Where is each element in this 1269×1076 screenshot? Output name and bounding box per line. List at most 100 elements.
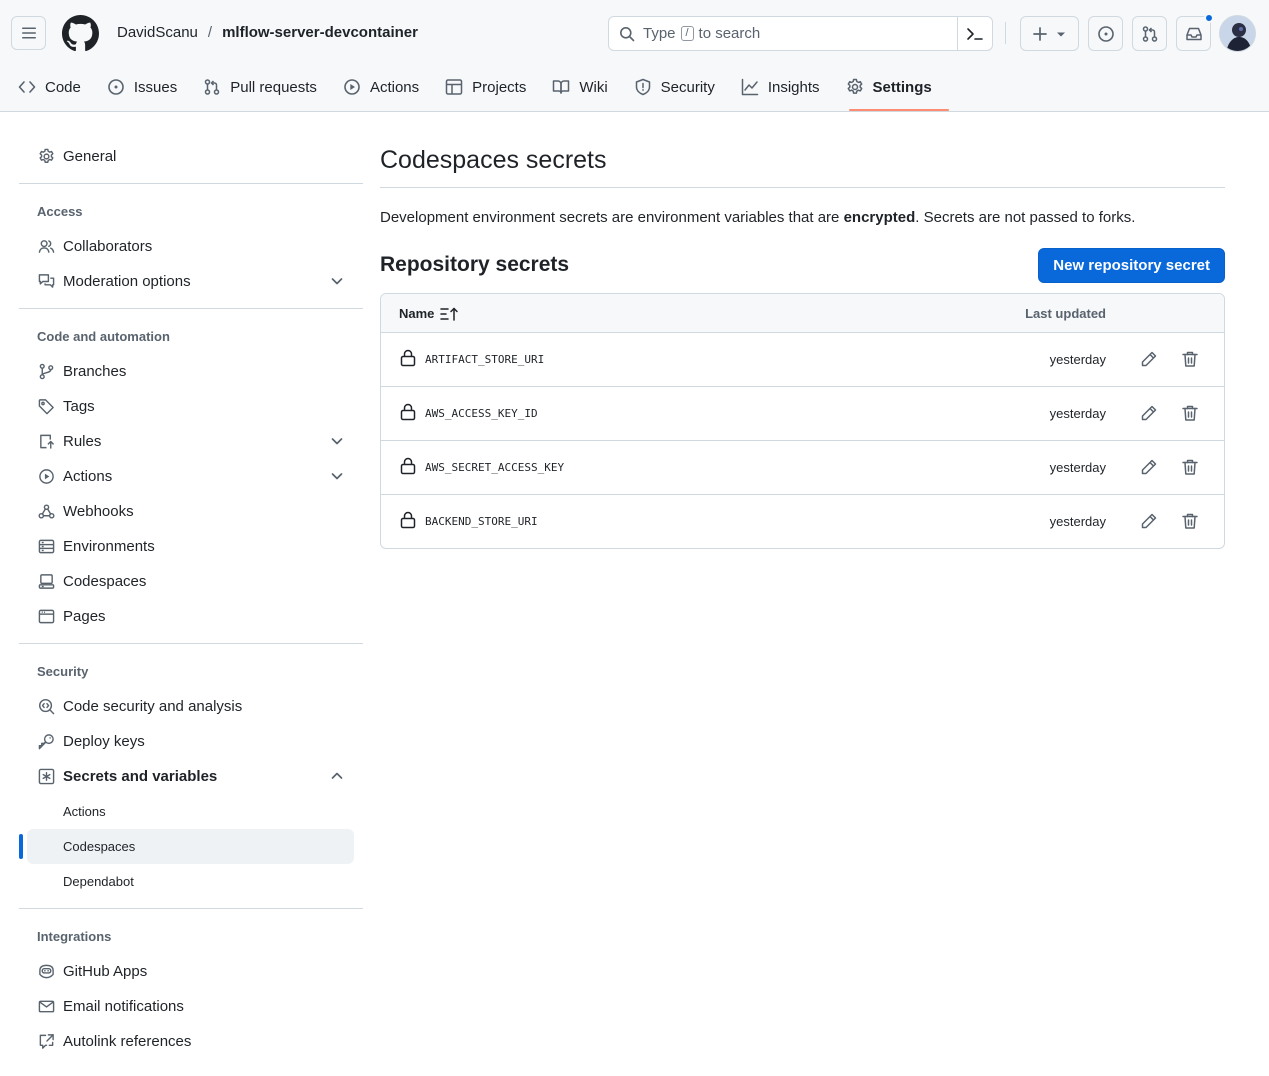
tab-issues[interactable]: Issues xyxy=(97,70,187,104)
issue-icon xyxy=(108,79,124,95)
search-prefix: Type xyxy=(643,25,676,42)
tab-insights[interactable]: Insights xyxy=(731,70,830,104)
lock-icon xyxy=(400,457,416,475)
sidebar-subitem-codespaces[interactable]: Codespaces xyxy=(19,829,354,864)
sidebar-item-collaborators[interactable]: Collaborators xyxy=(19,229,363,264)
pencil-icon[interactable] xyxy=(1140,350,1158,368)
codespaces-icon xyxy=(38,574,54,589)
breadcrumb-separator: / xyxy=(207,24,213,41)
sidebar-item-label: Tags xyxy=(63,398,95,415)
sidebar-item-label: Codespaces xyxy=(63,839,136,854)
sidebar-item-tags[interactable]: Tags xyxy=(19,389,363,424)
create-new-button[interactable] xyxy=(1020,16,1079,51)
trash-icon[interactable] xyxy=(1181,350,1199,368)
tab-wiki[interactable]: Wiki xyxy=(542,70,617,104)
chevron-down-icon[interactable] xyxy=(330,469,344,483)
sidebar-item-pages[interactable]: Pages xyxy=(19,599,363,634)
copilot-icon xyxy=(38,964,54,979)
sidebar-item-webhooks[interactable]: Webhooks xyxy=(19,494,363,529)
sidebar-subitem-dependabot[interactable]: Dependabot xyxy=(19,864,363,899)
comment-discussion-icon xyxy=(38,274,54,288)
sort-asc-icon xyxy=(440,307,459,321)
group-title-code-automation: Code and automation xyxy=(37,328,170,344)
sidebar-item-label: Environments xyxy=(63,538,155,555)
tab-projects[interactable]: Projects xyxy=(435,70,536,104)
tab-pull-requests[interactable]: Pull requests xyxy=(193,70,327,104)
sidebar-item-environments[interactable]: Environments xyxy=(19,529,363,564)
group-title-access: Access xyxy=(37,203,83,219)
tab-code[interactable]: Code xyxy=(8,70,91,104)
description-emphasis: encrypted xyxy=(843,209,916,226)
trash-icon[interactable] xyxy=(1181,404,1199,422)
table-row: ARTIFACT_STORE_URI yesterday xyxy=(381,333,1224,387)
lock-icon xyxy=(400,511,416,529)
sidebar-item-deploy-keys[interactable]: Deploy keys xyxy=(19,724,363,759)
sidebar-item-label: Moderation options xyxy=(63,273,191,290)
graph-icon xyxy=(741,78,759,96)
search-placeholder: Type / to search xyxy=(643,25,760,42)
command-palette-button[interactable] xyxy=(957,17,992,50)
section-title: Repository secrets xyxy=(380,253,570,276)
main-content: Codespaces secrets Development environme… xyxy=(380,140,1225,549)
codescan-icon xyxy=(38,698,54,715)
tab-security[interactable]: Security xyxy=(624,70,725,104)
pull-requests-button[interactable] xyxy=(1132,16,1167,51)
repo-link[interactable]: mlflow-server-devcontainer xyxy=(222,24,418,41)
sidebar-item-label: Secrets and variables xyxy=(63,768,218,785)
sidebar-item-label: Actions xyxy=(63,468,113,485)
chevron-down-icon[interactable] xyxy=(330,274,344,288)
trash-icon[interactable] xyxy=(1181,458,1199,476)
last-updated: yesterday xyxy=(1049,460,1106,475)
secret-name: AWS_SECRET_ACCESS_KEY xyxy=(425,461,565,474)
sidebar-item-label: Email notifications xyxy=(63,998,184,1015)
sidebar-item-autolink[interactable]: Autolink references xyxy=(19,1024,363,1059)
table-row: AWS_SECRET_ACCESS_KEY yesterday xyxy=(381,441,1224,495)
tag-icon xyxy=(38,399,54,415)
header-divider xyxy=(1005,22,1006,44)
mail-icon xyxy=(38,1000,54,1013)
repo-tabs: Code Issues Pull requests Actions Projec… xyxy=(0,70,948,112)
tab-actions[interactable]: Actions xyxy=(333,70,429,104)
issues-button[interactable] xyxy=(1088,16,1123,51)
trash-icon[interactable] xyxy=(1181,512,1199,530)
column-header-last-updated: Last updated xyxy=(1025,306,1106,321)
server-icon xyxy=(38,539,54,554)
search-icon xyxy=(620,26,635,41)
user-avatar[interactable] xyxy=(1219,15,1256,52)
browser-icon xyxy=(38,609,54,624)
tab-settings[interactable]: Settings xyxy=(836,70,942,104)
sidebar-item-moderation[interactable]: Moderation options xyxy=(19,264,363,299)
chevron-up-icon[interactable] xyxy=(330,769,344,783)
column-label: Name xyxy=(399,306,435,321)
issue-opened-icon xyxy=(1097,25,1114,42)
secret-name: BACKEND_STORE_URI xyxy=(425,515,538,528)
sidebar-item-general[interactable]: General xyxy=(19,139,363,174)
column-header-name[interactable]: Name xyxy=(399,306,460,321)
pencil-icon[interactable] xyxy=(1140,404,1158,422)
tab-label: Pull requests xyxy=(230,78,317,96)
table-row: BACKEND_STORE_URI yesterday xyxy=(381,495,1224,548)
sidebar-item-label: Branches xyxy=(63,363,127,380)
sidebar-item-branches[interactable]: Branches xyxy=(19,354,363,389)
table-row: AWS_ACCESS_KEY_ID yesterday xyxy=(381,387,1224,441)
pencil-icon[interactable] xyxy=(1140,512,1158,530)
tab-label: Security xyxy=(660,78,715,96)
sidebar-item-rules[interactable]: Rules xyxy=(19,424,363,459)
last-updated: yesterday xyxy=(1049,514,1106,529)
new-repository-secret-button[interactable]: New repository secret xyxy=(1038,248,1225,283)
owner-link[interactable]: DavidScanu xyxy=(117,24,198,41)
lock-icon xyxy=(400,349,416,367)
search-input[interactable]: Type / to search xyxy=(608,16,993,51)
sidebar-item-github-apps[interactable]: GitHub Apps xyxy=(19,954,363,989)
sidebar-item-email-notifications[interactable]: Email notifications xyxy=(19,989,363,1024)
pencil-icon[interactable] xyxy=(1140,458,1158,476)
sidebar-item-codespaces[interactable]: Codespaces xyxy=(19,564,363,599)
github-logo-icon[interactable] xyxy=(62,15,99,52)
sidebar-item-code-security[interactable]: Code security and analysis xyxy=(19,689,363,724)
sidebar-subitem-actions[interactable]: Actions xyxy=(19,794,363,829)
menu-button[interactable] xyxy=(11,16,46,50)
sidebar-item-actions[interactable]: Actions xyxy=(19,459,363,494)
table-header: Name Last updated xyxy=(381,294,1224,333)
chevron-down-icon[interactable] xyxy=(330,434,344,448)
sidebar-item-secrets-variables[interactable]: Secrets and variables xyxy=(19,759,363,794)
